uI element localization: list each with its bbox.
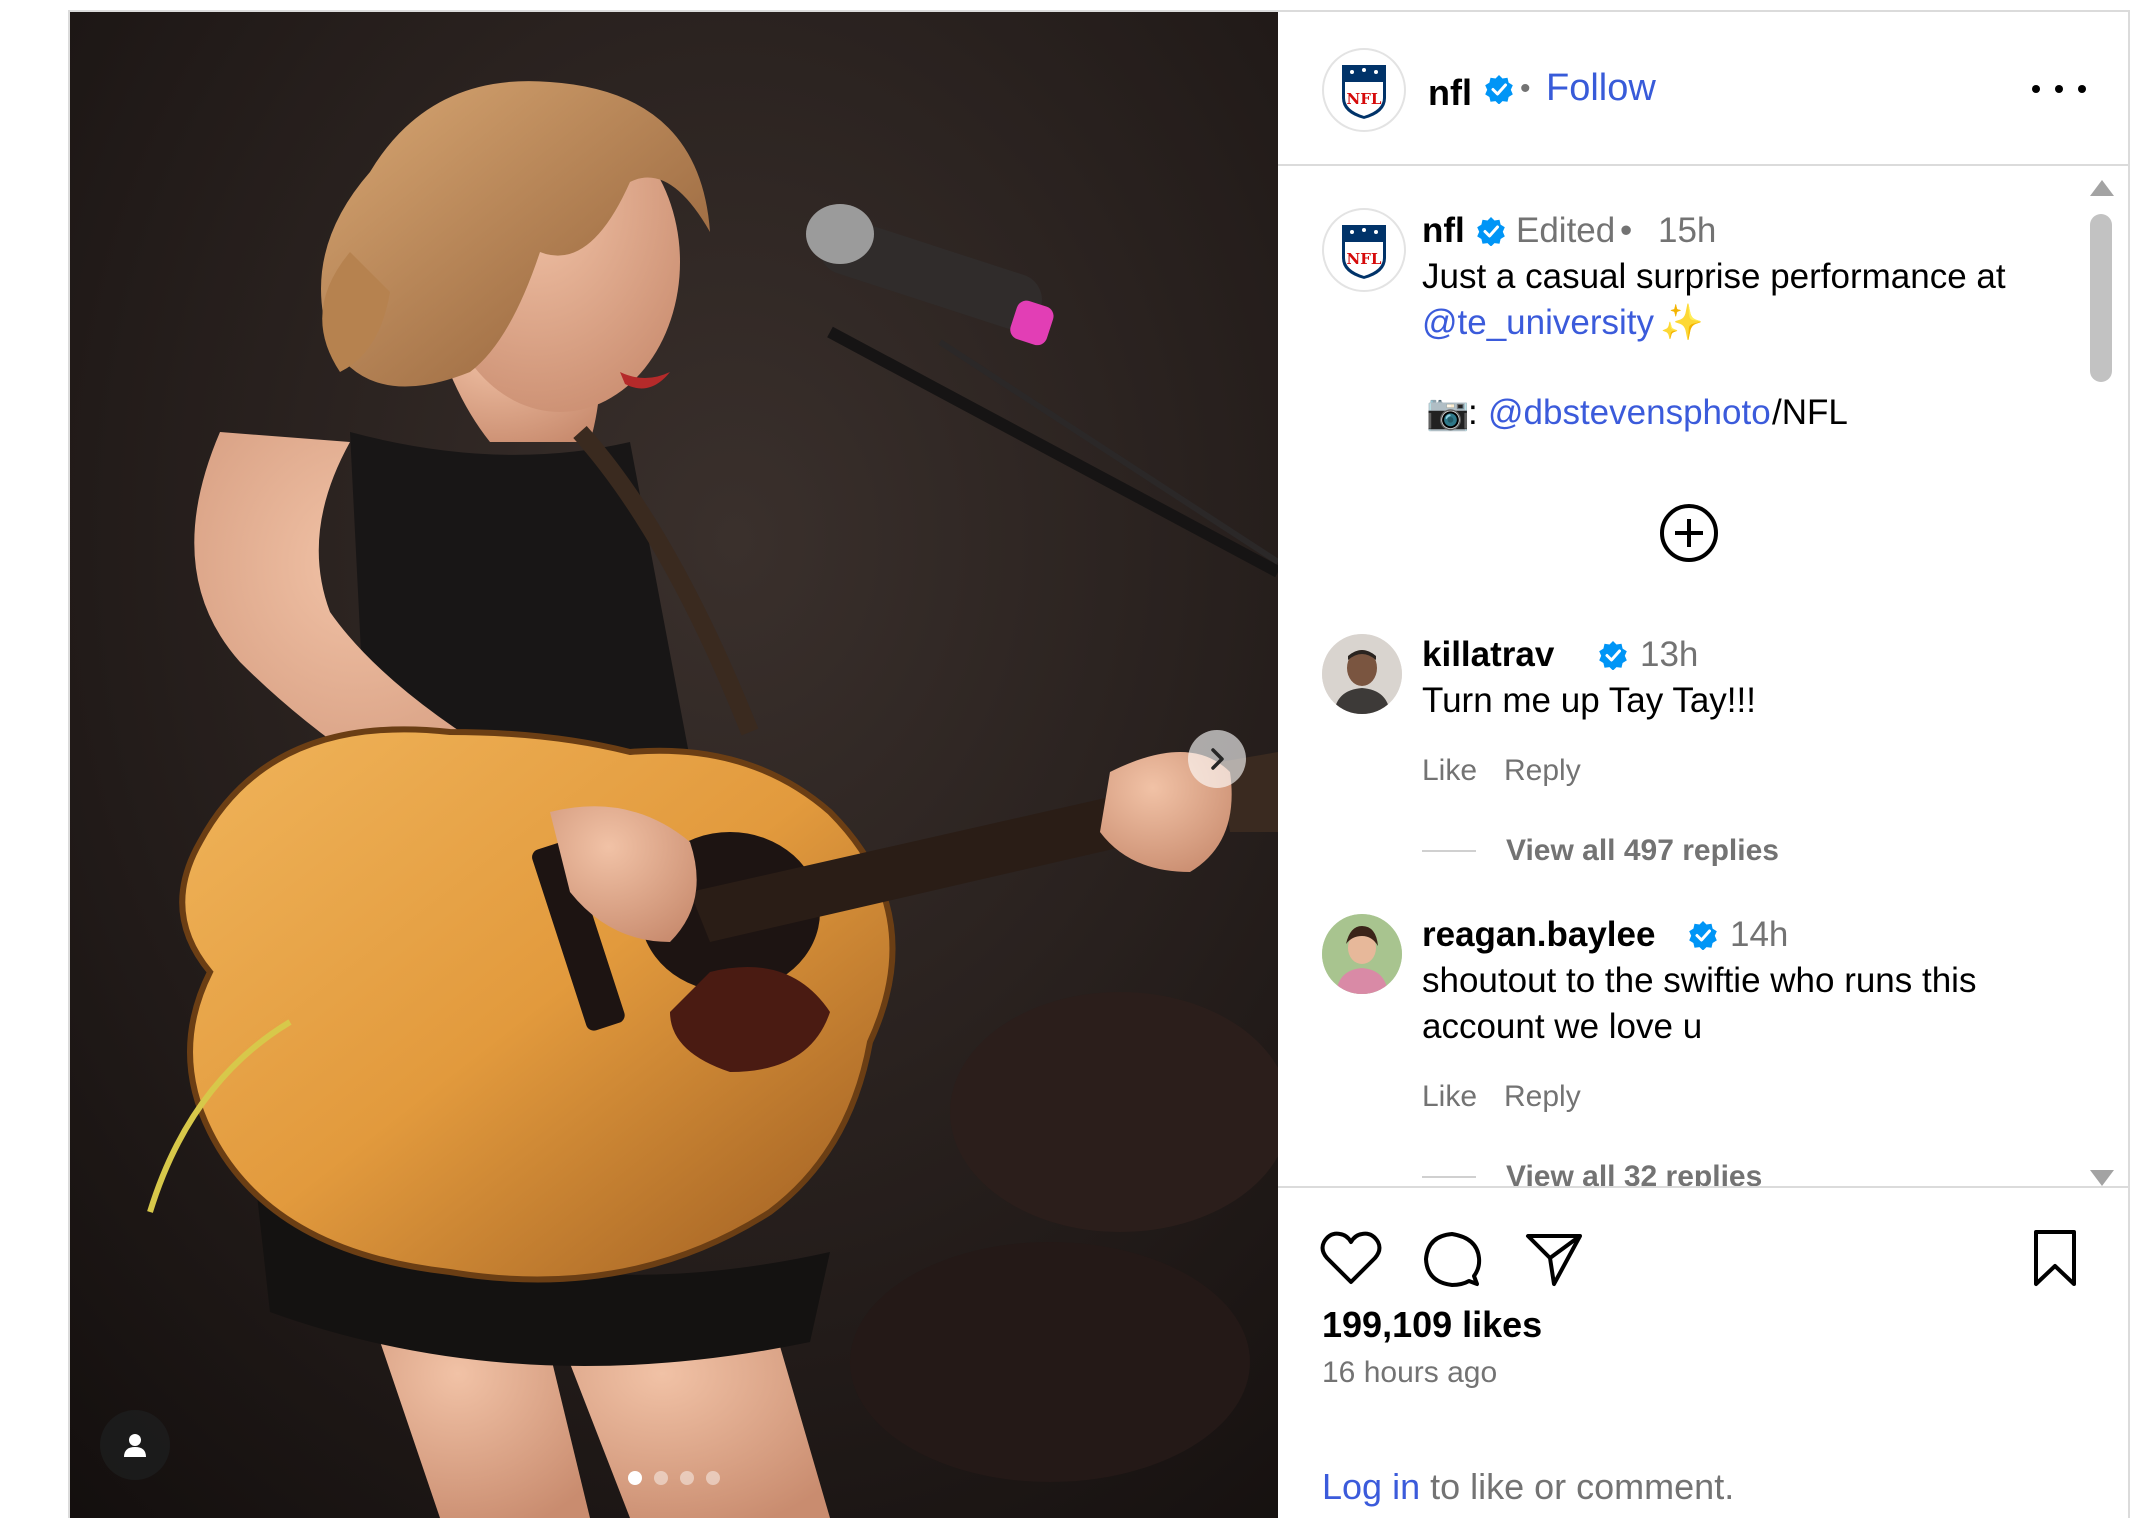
scrollbar-thumb[interactable] xyxy=(2090,214,2112,382)
performance-photo xyxy=(70,12,1278,1518)
comment-reply-button[interactable]: Reply xyxy=(1504,1080,1581,1114)
caption-separator: • xyxy=(1620,211,1633,250)
circle-plus-icon xyxy=(1660,504,1718,562)
nfl-logo-icon: NFL xyxy=(1340,223,1388,282)
scroll-down-arrow[interactable] xyxy=(2090,1170,2114,1186)
post-header: NFL nfl • Follow xyxy=(1278,12,2128,166)
more-dot-icon xyxy=(2032,85,2040,93)
caption-time: 15h xyxy=(1658,211,1717,250)
svg-text:NFL: NFL xyxy=(1347,250,1382,268)
load-more-comments-button[interactable] xyxy=(1658,502,1720,569)
comment-reply-button[interactable]: Reply xyxy=(1504,754,1581,788)
post-timestamp[interactable]: 16 hours ago xyxy=(1322,1356,1497,1390)
comment-time: 14h xyxy=(1730,915,1789,954)
comments-section[interactable]: NFL nfl Edited • 15h Just a casual surpr… xyxy=(1278,166,2128,1186)
carousel-next-button[interactable] xyxy=(1188,730,1246,788)
share-button[interactable] xyxy=(1524,1230,1584,1293)
verified-badge-icon xyxy=(1477,217,1505,246)
carousel-dot xyxy=(628,1471,642,1485)
carousel-dot xyxy=(654,1471,668,1485)
carousel-dot xyxy=(680,1471,694,1485)
more-dot-icon xyxy=(2055,85,2063,93)
comment-button[interactable] xyxy=(1422,1230,1482,1295)
verified-badge-icon xyxy=(1485,75,1513,104)
heart-icon xyxy=(1320,1231,1382,1284)
bookmark-icon xyxy=(2034,1230,2076,1286)
person-icon xyxy=(124,1434,146,1457)
carousel-indicator xyxy=(628,1471,720,1485)
like-count[interactable]: 199,109 likes xyxy=(1322,1304,1542,1346)
comment-text-line2: account we love u xyxy=(1422,1007,1703,1046)
caption-mention-photographer[interactable]: @dbstevensphoto xyxy=(1488,390,1771,436)
caption-edited-label: Edited xyxy=(1516,211,1616,250)
view-replies-button[interactable]: View all 497 replies xyxy=(1506,834,1779,868)
login-link[interactable]: Log in xyxy=(1322,1466,1420,1507)
caption-username[interactable]: nfl xyxy=(1422,208,1465,254)
comment-text: Turn me up Tay Tay!!! xyxy=(1422,681,1756,720)
comment-time: 13h xyxy=(1640,635,1699,674)
commenter-avatar[interactable] xyxy=(1322,634,1402,714)
header-username[interactable]: nfl xyxy=(1428,72,1472,114)
avatar-photo xyxy=(1322,634,1402,714)
verified-badge-icon xyxy=(1599,641,1627,670)
login-prompt-text: to like or comment. xyxy=(1420,1466,1735,1507)
sparkle-emoji: ✨ xyxy=(1660,303,1704,342)
like-button[interactable] xyxy=(1320,1230,1382,1291)
tagged-users-button[interactable] xyxy=(100,1410,170,1480)
nfl-avatar[interactable]: NFL xyxy=(1322,48,1406,132)
comment-text-line1: shoutout to the swiftie who runs this xyxy=(1422,961,1977,1000)
chevron-right-icon xyxy=(1211,748,1224,770)
svg-text:NFL: NFL xyxy=(1347,90,1382,108)
caption-colon: : xyxy=(1468,393,1478,432)
post-side-panel: NFL nfl • Follow NFL nfl Edited • 15h Ju… xyxy=(1278,12,2128,1518)
caption-suffix: /NFL xyxy=(1772,393,1848,432)
speech-bubble-icon xyxy=(1424,1232,1482,1287)
more-options-button[interactable] xyxy=(2032,74,2086,104)
replies-divider xyxy=(1422,1176,1476,1178)
comment-username[interactable]: reagan.baylee xyxy=(1422,912,1655,958)
post-actions: 199,109 likes 16 hours ago Log in to lik… xyxy=(1278,1186,2128,1520)
caption-avatar[interactable]: NFL xyxy=(1322,208,1406,292)
more-dot-icon xyxy=(2078,85,2086,93)
post-media[interactable] xyxy=(70,12,1278,1518)
save-button[interactable] xyxy=(2030,1228,2080,1293)
carousel-dot xyxy=(706,1471,720,1485)
view-replies-button[interactable]: View all 32 replies xyxy=(1506,1160,1762,1186)
scroll-up-arrow[interactable] xyxy=(2090,180,2114,196)
header-separator: • xyxy=(1520,72,1531,105)
comment-username[interactable]: killatrav xyxy=(1422,632,1554,678)
verified-badge-icon xyxy=(1689,921,1717,950)
caption-text-line1: Just a casual surprise performance at xyxy=(1422,257,2006,296)
follow-button[interactable]: Follow xyxy=(1546,67,1656,110)
caption-mention-te-university[interactable]: @te_university xyxy=(1422,300,1654,346)
avatar-photo xyxy=(1322,914,1402,994)
comment-like-button[interactable]: Like xyxy=(1422,754,1477,788)
paper-plane-icon xyxy=(1526,1234,1582,1286)
login-prompt: Log in to like or comment. xyxy=(1322,1466,1734,1508)
replies-divider xyxy=(1422,850,1476,852)
commenter-avatar[interactable] xyxy=(1322,914,1402,994)
camera-emoji: 📷 xyxy=(1426,393,1470,432)
comment-like-button[interactable]: Like xyxy=(1422,1080,1477,1114)
nfl-logo-icon: NFL xyxy=(1340,63,1388,122)
